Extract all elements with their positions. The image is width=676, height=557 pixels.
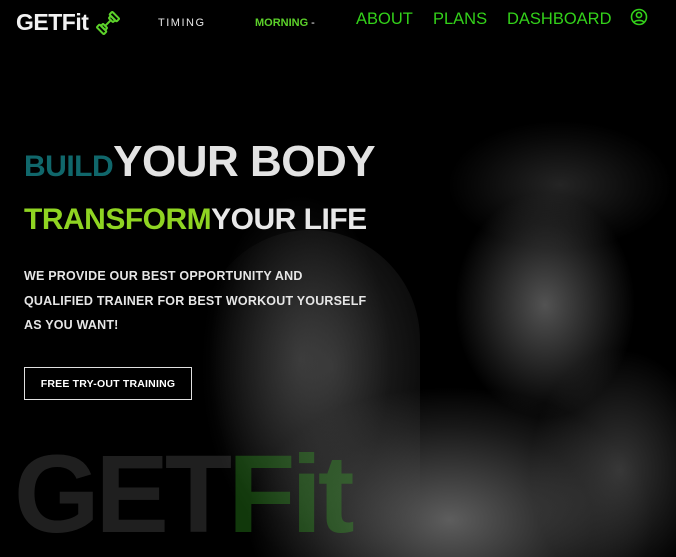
- free-tryout-button[interactable]: FREE TRY-OUT TRAINING: [24, 367, 192, 400]
- navbar: GETFit TIMING MORNING - ABOUT PLANS DASH…: [0, 0, 676, 44]
- brand-name: GETFit: [16, 9, 89, 35]
- nav-link-about[interactable]: ABOUT: [356, 10, 413, 29]
- timing-dash: -: [311, 17, 315, 29]
- timing-label: TIMING: [158, 17, 206, 29]
- timing-select[interactable]: MORNING -: [255, 17, 315, 29]
- user-circle-icon[interactable]: [630, 8, 648, 26]
- headline-rest-body: YOUR BODY: [113, 137, 376, 186]
- nav-link-dashboard[interactable]: DASHBOARD: [507, 10, 612, 29]
- headline-accent-transform: TRANSFORM: [24, 203, 212, 236]
- watermark-get: GET: [14, 433, 232, 556]
- timing-value: MORNING: [255, 17, 309, 29]
- nav-link-plans[interactable]: PLANS: [433, 10, 487, 29]
- dumbbell-icon: [96, 10, 121, 35]
- hero-headline-build: BUILD YOUR BODY: [24, 137, 376, 187]
- headline-rest-life: YOUR LIFE: [211, 203, 367, 236]
- brand-logo[interactable]: GETFit: [16, 9, 121, 36]
- watermark-fit: Fit: [228, 433, 354, 556]
- hero-description: WE PROVIDE OUR BEST OPPORTUNITY AND QUAL…: [24, 269, 367, 332]
- hero-headline-transform: TRANSFORM YOUR LIFE: [24, 203, 367, 237]
- brand-watermark: GETFit: [14, 440, 355, 550]
- headline-accent-build: BUILD: [24, 150, 114, 183]
